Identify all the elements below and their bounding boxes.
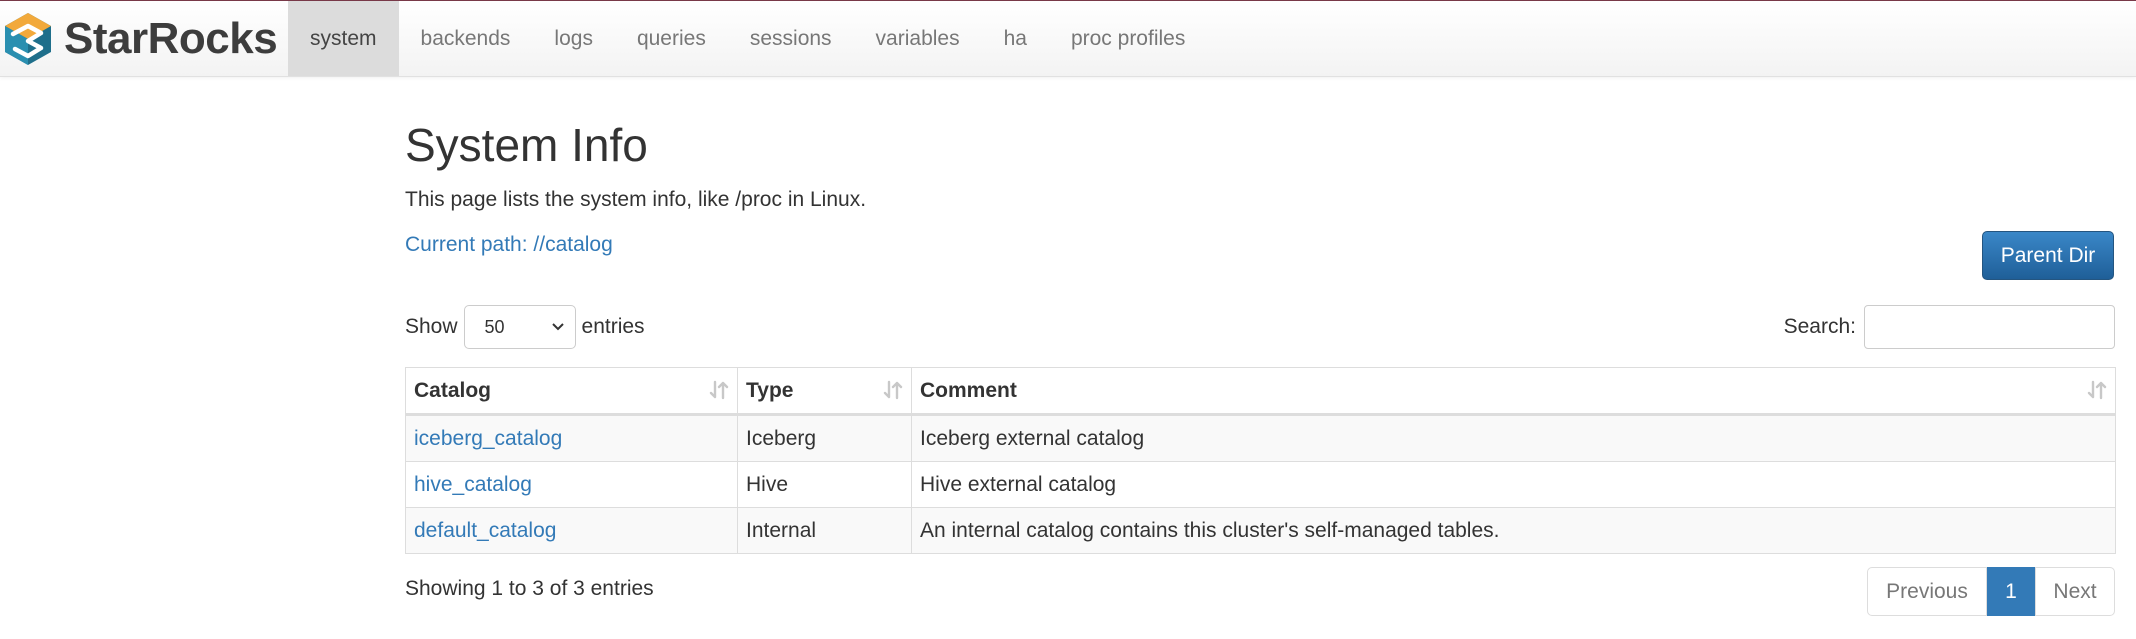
page-1-button[interactable]: 1	[1987, 567, 2035, 616]
column-header-label: Type	[746, 378, 794, 402]
comment-cell: Iceberg external catalog	[911, 414, 2116, 462]
column-header-label: Catalog	[414, 378, 492, 402]
sort-icon	[883, 380, 903, 400]
chevron-down-icon	[551, 323, 564, 331]
search-input[interactable]	[1864, 305, 2115, 349]
nav-item-queries[interactable]: queries	[615, 1, 728, 76]
navbar: StarRocks system backends logs queries s…	[0, 1, 2136, 77]
nav-item-ha[interactable]: ha	[982, 1, 1049, 76]
main-nav: system backends logs queries sessions va…	[288, 1, 1207, 76]
search-label: Search:	[1783, 315, 1856, 338]
current-path: Current path: //catalog	[405, 233, 613, 256]
catalog-link[interactable]: iceberg_catalog	[414, 427, 562, 450]
catalog-table: Catalog Type Comment iceberg_catalog Ice…	[405, 367, 2116, 554]
comment-cell: Hive external catalog	[911, 461, 2116, 508]
catalog-link[interactable]: hive_catalog	[414, 473, 532, 496]
sort-icon	[709, 380, 729, 400]
catalog-cell: iceberg_catalog	[405, 414, 738, 462]
search-control: Search:	[1784, 305, 2115, 349]
brand[interactable]: StarRocks	[4, 1, 278, 76]
table-row: hive_catalog Hive Hive external catalog	[405, 461, 2116, 508]
catalog-cell: default_catalog	[405, 507, 738, 554]
comment-cell: An internal catalog contains this cluste…	[911, 507, 2116, 554]
catalog-cell: hive_catalog	[405, 461, 738, 508]
page-title: System Info	[405, 119, 648, 171]
parent-dir-button[interactable]: Parent Dir	[1982, 231, 2114, 280]
table-row: default_catalog Internal An internal cat…	[405, 507, 2116, 554]
table-info: Showing 1 to 3 of 3 entries	[405, 577, 654, 600]
next-page-button[interactable]: Next	[2035, 567, 2115, 616]
brand-name: StarRocks	[64, 13, 278, 63]
nav-item-logs[interactable]: logs	[532, 1, 615, 76]
column-header-label: Comment	[920, 378, 1017, 402]
catalog-link[interactable]: default_catalog	[414, 519, 556, 542]
page-size-select[interactable]: 50	[463, 305, 576, 349]
page-description: This page lists the system info, like /p…	[405, 188, 867, 211]
nav-item-backends[interactable]: backends	[399, 1, 533, 76]
column-header-comment[interactable]: Comment	[911, 367, 2116, 416]
page-length-control: Show 50 entries	[405, 305, 645, 349]
column-header-catalog[interactable]: Catalog	[405, 367, 738, 416]
entries-label: entries	[581, 315, 645, 338]
type-cell: Internal	[737, 507, 912, 554]
nav-item-variables[interactable]: variables	[854, 1, 982, 76]
table-row: iceberg_catalog Iceberg Iceberg external…	[405, 414, 2116, 462]
nav-item-sessions[interactable]: sessions	[728, 1, 854, 76]
nav-item-system[interactable]: system	[288, 1, 399, 76]
pagination: Previous 1 Next	[1867, 567, 2115, 616]
type-cell: Iceberg	[737, 414, 912, 462]
type-cell: Hive	[737, 461, 912, 508]
column-header-type[interactable]: Type	[737, 367, 912, 416]
sort-icon	[2087, 380, 2107, 400]
table-header-row: Catalog Type Comment	[405, 367, 2116, 416]
previous-page-button[interactable]: Previous	[1867, 567, 1987, 616]
nav-item-proc-profiles[interactable]: proc profiles	[1049, 1, 1207, 76]
page-size-value: 50	[484, 316, 505, 337]
starrocks-logo-icon	[5, 12, 51, 65]
show-label: Show	[405, 315, 458, 338]
